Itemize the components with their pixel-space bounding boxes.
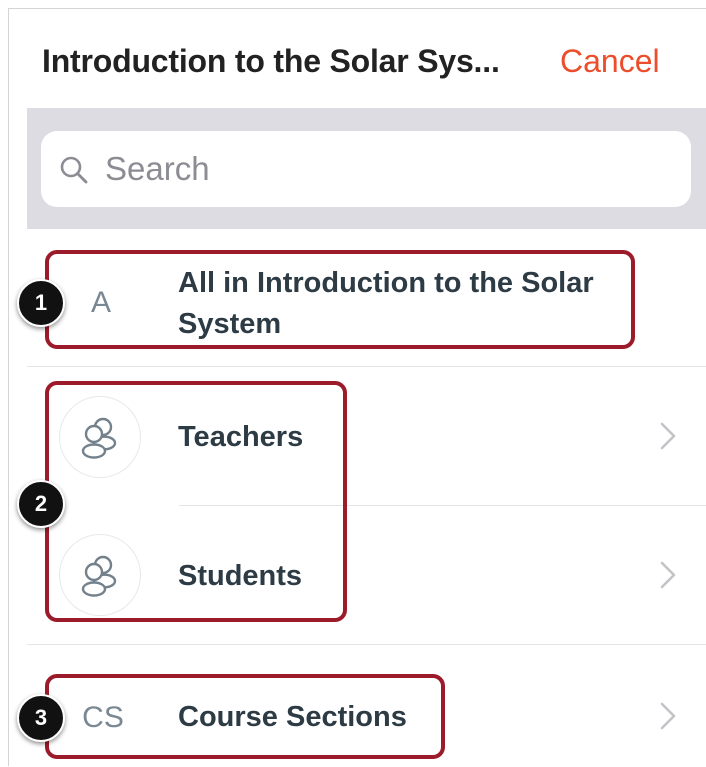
chevron-right-icon bbox=[660, 561, 676, 589]
header: Introduction to the Solar Sys... Cancel bbox=[9, 9, 706, 108]
chevron-right-icon bbox=[660, 702, 676, 730]
highlight-box-1 bbox=[45, 250, 635, 349]
search-icon bbox=[60, 156, 88, 184]
highlight-box-2 bbox=[45, 381, 347, 622]
highlight-box-3 bbox=[45, 674, 445, 759]
search-placeholder: Search bbox=[105, 150, 210, 187]
annotation-badge-3: 3 bbox=[17, 694, 65, 742]
annotation-badge-1: 1 bbox=[17, 279, 65, 327]
page-title: Introduction to the Solar Sys... bbox=[42, 43, 500, 79]
chevron-right-icon bbox=[660, 422, 676, 450]
search-input[interactable]: Search bbox=[41, 131, 691, 207]
search-bar-container: Search bbox=[27, 108, 706, 229]
annotation-badge-2: 2 bbox=[17, 480, 65, 528]
cancel-button[interactable]: Cancel bbox=[560, 43, 660, 80]
